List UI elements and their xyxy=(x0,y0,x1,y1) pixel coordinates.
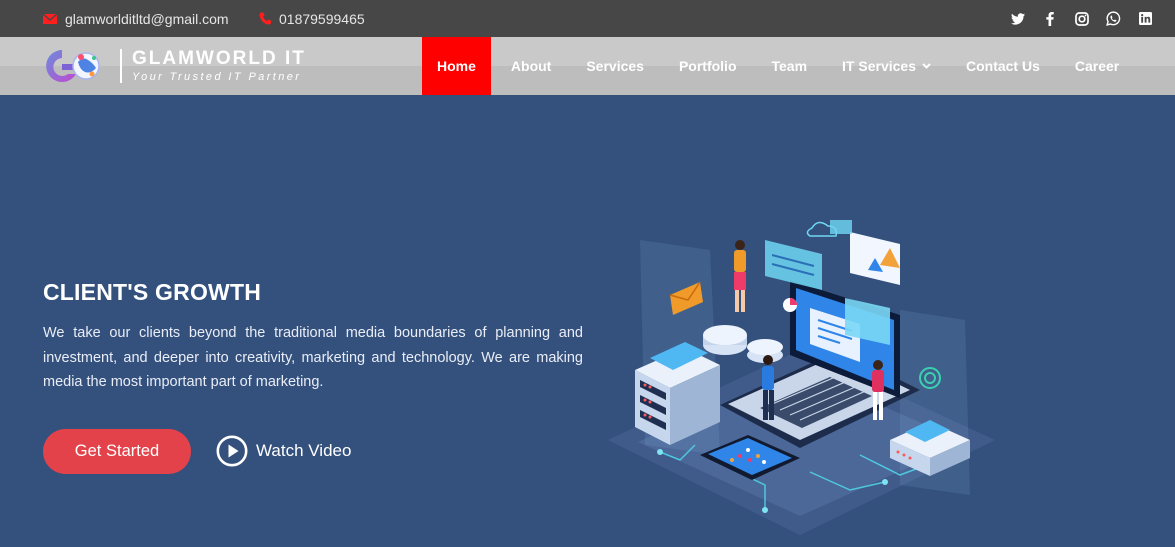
whatsapp-icon[interactable] xyxy=(1106,11,1121,26)
nav-career[interactable]: Career xyxy=(1075,37,1119,95)
hero-title: CLIENT'S GROWTH xyxy=(43,279,262,305)
nav-contact-us[interactable]: Contact Us xyxy=(966,37,1040,95)
chevron-down-icon xyxy=(922,63,931,69)
phone-text[interactable]: 01879599465 xyxy=(279,11,365,27)
phone-icon xyxy=(259,12,271,25)
nav-it-services[interactable]: IT Services xyxy=(842,37,931,95)
facebook-icon[interactable] xyxy=(1042,11,1057,26)
brand-tagline: Your Trusted IT Partner xyxy=(132,70,302,83)
nav-label: IT Services xyxy=(842,58,916,74)
watch-video-label: Watch Video xyxy=(256,441,352,460)
instagram-icon[interactable] xyxy=(1074,11,1089,26)
nav-label: Contact Us xyxy=(965,58,1040,74)
nav-label: Portfolio xyxy=(678,58,737,74)
hero-description: We take our clients beyond the tradition… xyxy=(43,325,583,390)
top-contact-bar: glamworlditltd@gmail.com 01879599465 xyxy=(0,0,1175,37)
nav-team[interactable]: Team xyxy=(772,37,808,95)
nav-label: Home xyxy=(437,58,476,74)
play-circle-icon xyxy=(216,435,248,467)
isometric-tech-illustration xyxy=(608,220,995,535)
twitter-icon[interactable] xyxy=(1010,11,1025,26)
nav-home[interactable]: Home xyxy=(422,37,491,95)
nav-services[interactable]: Services xyxy=(586,37,644,95)
logo-divider xyxy=(120,49,122,83)
watch-video-link[interactable]: Watch Video xyxy=(216,434,351,468)
nav-label: Career xyxy=(1074,58,1120,74)
nav-label: Services xyxy=(586,58,644,74)
nav-label: Team xyxy=(771,58,808,74)
phone-contact[interactable]: 01879599465 xyxy=(259,0,365,37)
nav-about[interactable]: About xyxy=(511,37,551,95)
hero-section: CLIENT'S GROWTH We take our clients beyo… xyxy=(0,95,1175,547)
brand-logo[interactable]: GLAMWORLD IT Your Trusted IT Partner xyxy=(42,45,306,87)
social-links xyxy=(1010,0,1153,37)
nav-portfolio[interactable]: Portfolio xyxy=(679,37,737,95)
brand-name: GLAMWORLD IT xyxy=(132,47,306,69)
mail-icon xyxy=(43,13,57,24)
linkedin-icon[interactable] xyxy=(1138,11,1153,26)
email-text[interactable]: glamworlditltd@gmail.com xyxy=(65,11,229,27)
main-navbar: GLAMWORLD IT Your Trusted IT Partner Hom… xyxy=(0,37,1175,95)
logo-wordmark: GLAMWORLD IT Your Trusted IT Partner xyxy=(132,47,306,84)
get-started-button[interactable]: Get Started xyxy=(43,429,191,474)
email-contact[interactable]: glamworlditltd@gmail.com xyxy=(43,0,229,37)
nav-label: About xyxy=(510,58,552,74)
glamworld-logo-mark xyxy=(46,50,100,82)
main-menu: Home About Services Portfolio Team IT Se… xyxy=(422,37,1119,95)
